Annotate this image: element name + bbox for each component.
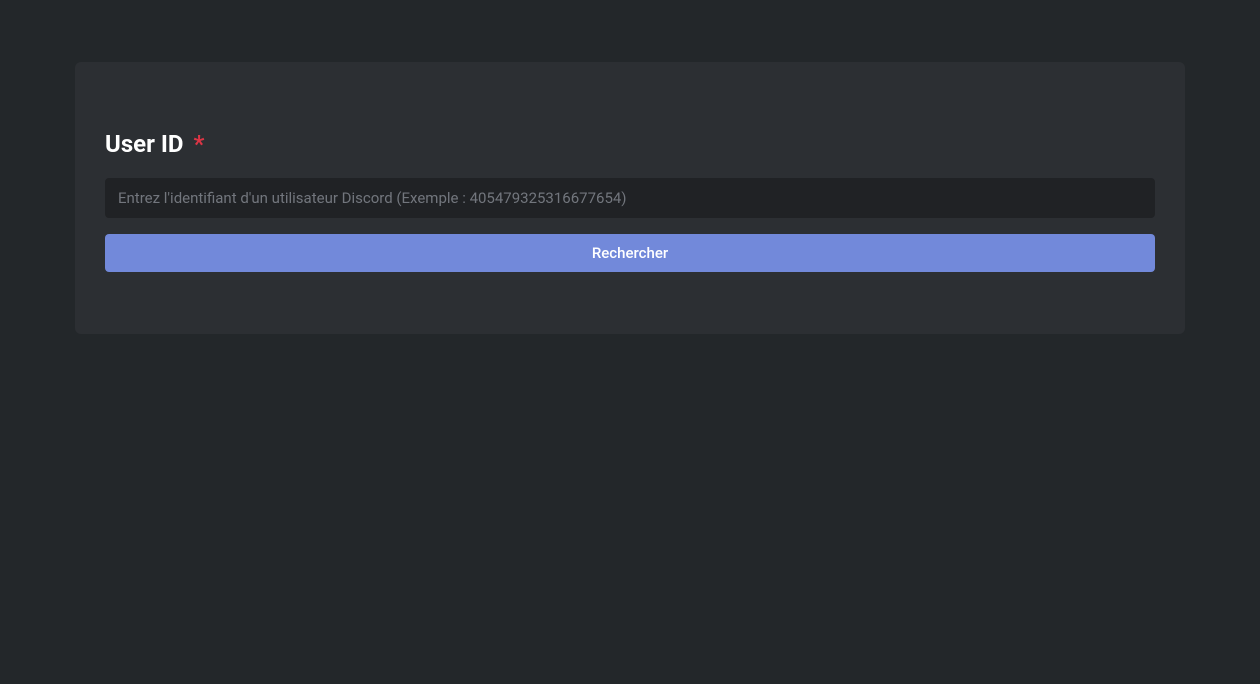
label-text: User ID — [105, 130, 183, 158]
user-lookup-card: User ID * Rechercher — [75, 62, 1185, 334]
user-id-input[interactable] — [105, 178, 1155, 218]
required-asterisk-icon: * — [193, 130, 204, 158]
search-button[interactable]: Rechercher — [105, 234, 1155, 272]
user-id-label: User ID * — [105, 130, 1155, 158]
